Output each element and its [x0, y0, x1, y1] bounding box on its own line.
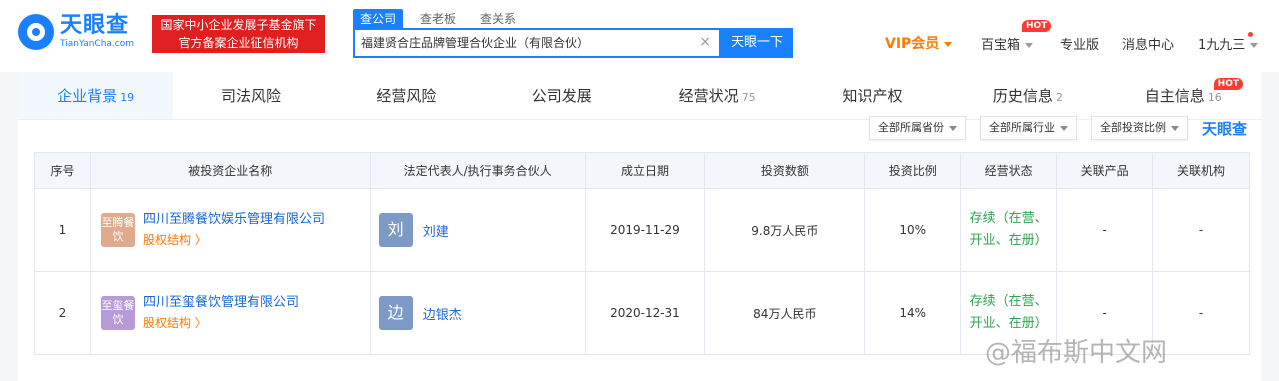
col-header-representative: 法定代表人/执行事务合伙人 — [369, 152, 586, 189]
col-header-ratio: 投资比例 — [864, 152, 962, 189]
table-row: 1 至腾餐饮 四川至腾餐饮娱乐管理有限公司 股权结构 〉 刘 刘建 2019-1… — [34, 188, 1250, 272]
col-header-index: 序号 — [34, 152, 91, 189]
related-org: - — [1152, 271, 1250, 355]
col-header-date: 成立日期 — [584, 152, 706, 189]
established-date: 2019-11-29 — [584, 188, 706, 272]
representative-link[interactable]: 刘建 — [423, 221, 449, 240]
representative-link[interactable]: 边银杰 — [423, 304, 462, 323]
tab-count: 2 — [1055, 91, 1063, 104]
chevron-down-icon — [1250, 43, 1259, 48]
col-header-amount: 投资数额 — [704, 152, 866, 189]
col-header-product: 关联产品 — [1056, 152, 1154, 189]
established-date: 2020-12-31 — [584, 271, 706, 355]
tab-judicial-risk[interactable]: 司法风险 — [173, 72, 328, 119]
company-logo: 至玺餐饮 — [100, 296, 135, 330]
industry-filter-label: 全部所属行业 — [988, 121, 1055, 134]
tab-intellectual-property[interactable]: 知识产权 — [795, 72, 950, 119]
tab-company-development[interactable]: 公司发展 — [484, 72, 639, 119]
tab-operating-status[interactable]: 经营状况 75 — [640, 72, 795, 119]
company-name-link[interactable]: 四川至玺餐饮管理有限公司 — [143, 293, 299, 313]
toolbox-menu[interactable]: 百宝箱 — [981, 34, 1034, 53]
logo-domain: TianYanCha.com — [60, 39, 135, 49]
status-badge: 存续（在营、开业、在册） — [969, 294, 1048, 331]
table-header-row: 序号 被投资企业名称 法定代表人/执行事务合伙人 成立日期 投资数额 投资比例 … — [34, 152, 1250, 189]
tab-enterprise-background[interactable]: 企业背景 19 — [18, 72, 174, 119]
tab-count: 16 — [1207, 91, 1222, 104]
chevron-down-icon — [1059, 125, 1068, 131]
clear-icon[interactable]: × — [699, 34, 711, 50]
search-type-tabs: 查公司 查老板 查关系 — [353, 9, 533, 28]
notification-dot — [1248, 32, 1253, 37]
tianyancha-logo[interactable]: 天眼查 TianYanCha.com — [18, 14, 134, 50]
logo-eye-icon — [18, 14, 54, 50]
search-button[interactable]: 天眼一下 — [721, 28, 793, 58]
related-product: - — [1056, 188, 1154, 272]
tab-label: 企业背景 — [57, 87, 118, 105]
province-filter[interactable]: 全部所属省份 — [868, 116, 966, 140]
col-header-company: 被投资企业名称 — [89, 152, 371, 189]
avatar: 刘 — [378, 213, 413, 247]
ratio-filter-label: 全部投资比例 — [1099, 121, 1166, 134]
investment-amount: 84万人民币 — [704, 271, 866, 355]
vip-label: VIP会员 — [885, 36, 940, 52]
tab-label: 司法风险 — [221, 87, 282, 105]
tianyancha-watermark-logo: 天眼查 — [1201, 119, 1247, 138]
tab-operation-risk[interactable]: 经营风险 — [329, 72, 484, 119]
tab-count: 19 — [120, 91, 135, 104]
vip-menu[interactable]: VIP会员 — [885, 33, 953, 53]
tab-self-info[interactable]: 自主信息 16 HOT — [1106, 72, 1261, 119]
avatar: 边 — [378, 296, 413, 330]
tab-label: 公司发展 — [531, 87, 592, 105]
province-filter-label: 全部所属省份 — [877, 121, 944, 134]
equity-structure-link[interactable]: 股权结构 〉 — [143, 230, 325, 250]
username: 1九九三 — [1198, 38, 1246, 53]
official-banner: 国家中小企业发展子基金旗下 官方备案企业征信机构 — [152, 15, 325, 53]
tab-history-info[interactable]: 历史信息 2 — [950, 72, 1105, 119]
company-name-link[interactable]: 四川至腾餐饮娱乐管理有限公司 — [143, 210, 325, 230]
hot-badge: HOT — [1022, 20, 1052, 32]
tab-count: 75 — [741, 91, 756, 104]
chevron-down-icon — [1025, 43, 1034, 48]
col-header-org: 关联机构 — [1152, 152, 1250, 189]
company-logo: 至腾餐饮 — [100, 213, 135, 247]
top-header: 天眼查 TianYanCha.com 国家中小企业发展子基金旗下 官方备案企业征… — [0, 0, 1279, 72]
search-tab-relation[interactable]: 查关系 — [473, 9, 523, 28]
section-tabs: 企业背景 19 司法风险 经营风险 公司发展 经营状况 75 知识产权 历史信息 2 … — [18, 72, 1261, 120]
chevron-down-icon — [948, 125, 957, 131]
hot-badge: HOT — [1213, 78, 1243, 90]
status-badge: 存续（在营、开业、在册） — [969, 211, 1048, 248]
pro-version-link[interactable]: 专业版 — [1060, 34, 1099, 53]
tab-label: 自主信息 — [1144, 87, 1205, 105]
banner-line-1: 国家中小企业发展子基金旗下 — [160, 18, 317, 32]
weibo-watermark: @福布斯中文网 — [985, 338, 1168, 368]
toolbox-label: 百宝箱 — [981, 38, 1021, 53]
search-input[interactable] — [361, 35, 691, 49]
row-index: 1 — [34, 188, 91, 272]
related-org: - — [1152, 188, 1250, 272]
logo-title: 天眼查 — [60, 13, 130, 38]
investment-table: 序号 被投资企业名称 法定代表人/执行事务合伙人 成立日期 投资数额 投资比例 … — [34, 152, 1250, 355]
tab-label: 知识产权 — [842, 87, 903, 105]
industry-filter[interactable]: 全部所属行业 — [979, 116, 1077, 140]
filter-bar: 全部所属省份 全部所属行业 全部投资比例 天眼查 — [855, 116, 1261, 140]
col-header-status: 经营状态 — [960, 152, 1058, 189]
ratio-filter[interactable]: 全部投资比例 — [1090, 116, 1188, 140]
chevron-down-icon — [1170, 125, 1179, 131]
investment-ratio: 10% — [864, 188, 962, 272]
tab-label: 经营状况 — [678, 87, 739, 105]
search-tab-boss[interactable]: 查老板 — [413, 9, 463, 28]
search-tab-company[interactable]: 查公司 — [353, 9, 404, 28]
equity-structure-link[interactable]: 股权结构 〉 — [143, 313, 299, 333]
investment-ratio: 14% — [864, 271, 962, 355]
banner-line-2: 官方备案企业征信机构 — [178, 36, 299, 50]
tab-label: 经营风险 — [376, 87, 437, 105]
message-center-link[interactable]: 消息中心 — [1122, 34, 1174, 53]
row-index: 2 — [34, 271, 91, 355]
search-box: × — [353, 28, 721, 58]
investment-amount: 9.8万人民币 — [704, 188, 866, 272]
chevron-down-icon — [944, 41, 953, 47]
tab-label: 历史信息 — [992, 87, 1053, 105]
